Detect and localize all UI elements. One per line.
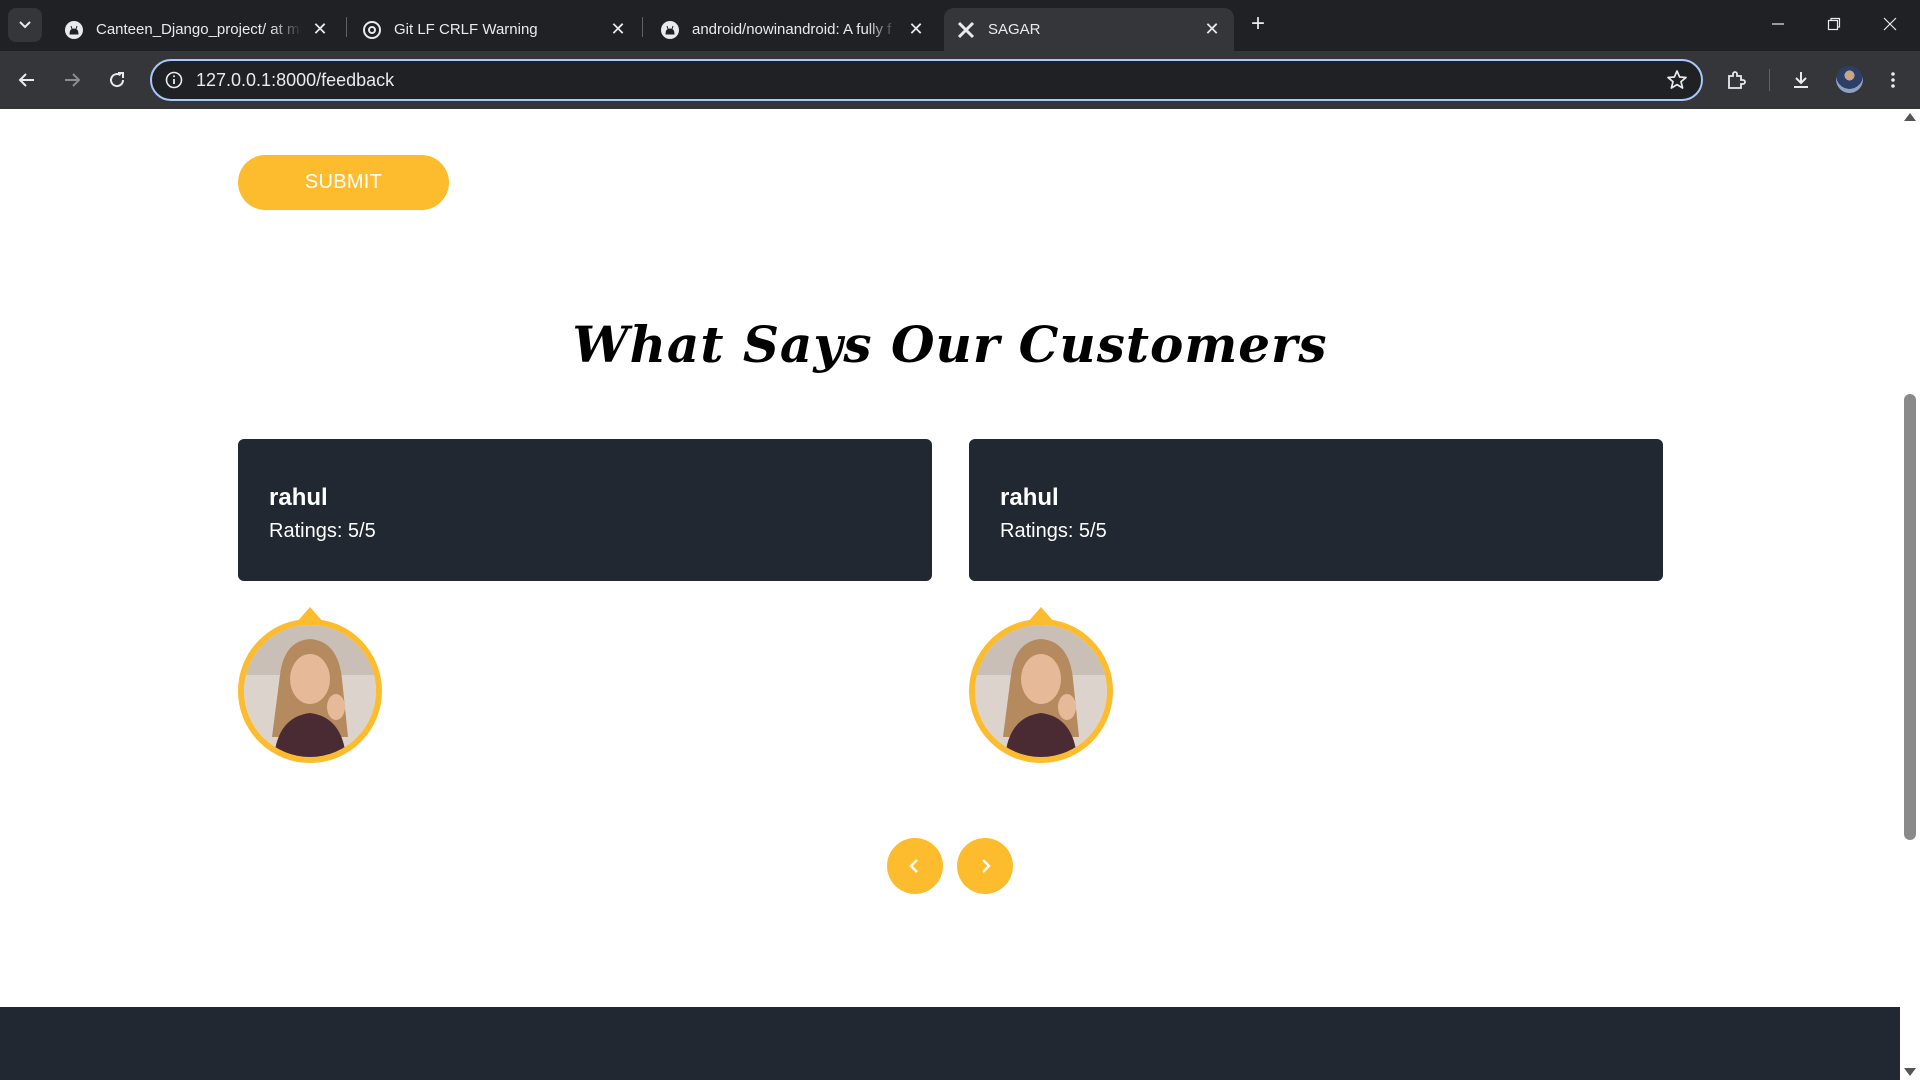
page-viewport: SUBMIT What Says Our Customers rahul Rat… (0, 109, 1920, 1080)
carousel-next-button[interactable] (957, 838, 1013, 894)
browser-tab-active[interactable]: SAGAR ✕ (944, 8, 1234, 51)
browser-tab[interactable]: android/nowinandroid: A fully f ✕ (648, 8, 938, 51)
customer-rating: Ratings: 5/5 (269, 520, 376, 542)
customer-rating: Ratings: 5/5 (1000, 520, 1107, 542)
restore-button[interactable] (1806, 0, 1862, 48)
menu-button[interactable] (1877, 64, 1909, 96)
github-icon (660, 20, 680, 40)
browser-tab[interactable]: Git LF CRLF Warning ✕ (350, 8, 640, 51)
testimonial-card: rahul Ratings: 5/5 (969, 439, 1663, 581)
customer-photo (969, 619, 1113, 763)
extensions-button[interactable] (1720, 64, 1752, 96)
testimonial-card: rahul Ratings: 5/5 (238, 439, 932, 581)
browser-tab-bar: Canteen_Django_project/ at ma ✕ Git LF C… (0, 0, 1920, 51)
download-icon (1794, 72, 1808, 88)
more-vert-icon (1891, 72, 1895, 88)
submit-button[interactable]: SUBMIT (238, 155, 449, 210)
chevron-down-icon (19, 21, 31, 29)
customer-photo-frame (969, 607, 1113, 767)
tab-title: android/nowinandroid: A fully f (692, 21, 892, 38)
tab-title: SAGAR (988, 21, 1041, 38)
chevron-left-icon (909, 859, 918, 873)
minimize-icon (1772, 23, 1784, 25)
close-icon (1883, 17, 1897, 31)
scrollbar-thumb[interactable] (1904, 394, 1916, 840)
github-icon (64, 20, 84, 40)
restaurant-icon (956, 20, 976, 40)
tab-title: Git LF CRLF Warning (394, 21, 538, 38)
window-close-button[interactable] (1862, 0, 1918, 48)
plus-icon: + (1250, 10, 1265, 37)
page-footer (0, 1007, 1900, 1080)
close-icon[interactable]: ✕ (310, 19, 330, 40)
browser-tab[interactable]: Canteen_Django_project/ at ma ✕ (52, 8, 342, 51)
profile-avatar[interactable] (1836, 66, 1863, 93)
scroll-up-arrow-icon[interactable] (1904, 113, 1916, 121)
scroll-down-arrow-icon[interactable] (1904, 1068, 1916, 1076)
downloads-button[interactable] (1785, 64, 1817, 96)
url-text[interactable]: 127.0.0.1:8000/feedback (196, 70, 1665, 91)
tab-divider (346, 17, 347, 37)
bookmark-star-icon[interactable] (1665, 68, 1689, 92)
tab-divider (642, 17, 643, 37)
back-button[interactable] (11, 64, 43, 96)
arrow-right-icon (65, 73, 81, 87)
vertical-scrollbar[interactable] (1900, 109, 1920, 1080)
puzzle-icon (1728, 71, 1746, 89)
toolbar-divider (1769, 69, 1770, 91)
minimize-button[interactable] (1750, 0, 1806, 48)
section-title: What Says Our Customers (572, 315, 1328, 374)
arrow-left-icon (18, 73, 34, 87)
close-icon[interactable]: ✕ (1202, 19, 1222, 40)
address-bar[interactable]: 127.0.0.1:8000/feedback (150, 59, 1703, 101)
close-icon[interactable]: ✕ (608, 19, 628, 40)
reload-button[interactable] (101, 64, 133, 96)
tab-title: Canteen_Django_project/ at ma (96, 21, 302, 38)
tab-search-button[interactable] (8, 8, 42, 42)
customer-photo-frame (238, 607, 382, 767)
restore-icon (1827, 17, 1841, 31)
close-icon[interactable]: ✕ (906, 19, 926, 40)
forward-button[interactable] (56, 64, 88, 96)
customer-name: rahul (1000, 484, 1059, 511)
openai-icon (362, 20, 382, 40)
reload-icon (110, 72, 125, 88)
browser-toolbar: 127.0.0.1:8000/feedback (0, 51, 1920, 109)
carousel-prev-button[interactable] (887, 838, 943, 894)
new-tab-button[interactable]: + (1244, 10, 1272, 38)
site-info-icon[interactable] (164, 70, 184, 90)
customer-photo (238, 619, 382, 763)
chevron-right-icon (982, 859, 991, 873)
customer-name: rahul (269, 484, 328, 511)
